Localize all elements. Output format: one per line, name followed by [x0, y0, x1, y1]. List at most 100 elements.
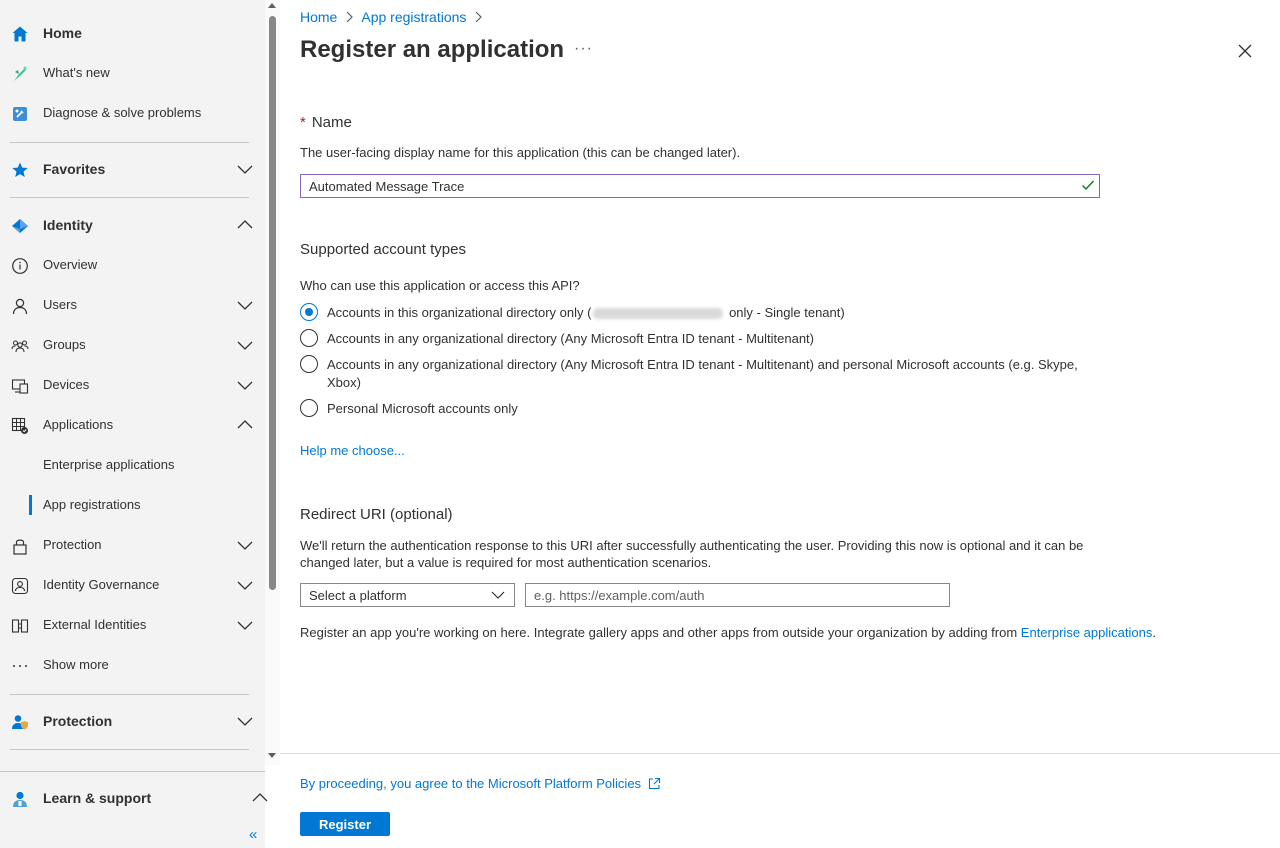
home-icon	[10, 24, 29, 43]
nav-item-protection-sub[interactable]: Protection	[0, 525, 265, 565]
scroll-down-icon[interactable]	[268, 753, 276, 758]
chevron-down-icon[interactable]	[237, 378, 253, 392]
chevron-down-icon[interactable]	[237, 162, 253, 176]
breadcrumb-home[interactable]: Home	[300, 9, 337, 25]
redirect-uri-input[interactable]	[525, 583, 950, 607]
chevron-down-icon[interactable]	[237, 714, 253, 728]
external-link-icon[interactable]	[648, 777, 661, 790]
nav-item-groups[interactable]: Groups	[0, 325, 265, 365]
footer: By proceeding, you agree to the Microsof…	[280, 753, 1280, 848]
help-me-choose-link[interactable]: Help me choose...	[300, 443, 405, 458]
radio-label: Personal Microsoft accounts only	[327, 401, 518, 416]
nav-item-applications[interactable]: Applications	[0, 405, 265, 445]
redacted-tenant-name	[593, 308, 724, 320]
chevron-down-icon[interactable]	[237, 578, 253, 592]
chevron-down-icon[interactable]	[237, 538, 253, 552]
policy-row: By proceeding, you agree to the Microsof…	[300, 776, 661, 791]
nav-label: Protection	[43, 713, 113, 729]
platform-policies-link[interactable]: By proceeding, you agree to the Microsof…	[300, 776, 641, 791]
radio-multitenant[interactable]: Accounts in any organizational directory…	[300, 329, 1087, 348]
radio-button[interactable]	[300, 399, 318, 417]
nav-label: Enterprise applications	[43, 457, 175, 472]
radio-button[interactable]	[300, 355, 318, 373]
chevron-up-icon[interactable]	[237, 418, 253, 432]
nav-item-external-identities[interactable]: External Identities	[0, 605, 265, 645]
gallery-text: Register an app you're working on here. …	[300, 625, 1156, 640]
chevron-up-icon[interactable]	[237, 218, 253, 232]
chevron-down-icon[interactable]	[237, 298, 253, 312]
groups-icon	[10, 336, 29, 355]
nav-item-identity[interactable]: Identity	[0, 205, 265, 245]
nav-label: Show more	[43, 657, 109, 672]
platform-select[interactable]: Select a platform	[300, 583, 515, 607]
redirect-uri-help: We'll return the authentication response…	[300, 538, 1084, 570]
divider	[10, 142, 249, 143]
nav-item-protection[interactable]: Protection	[0, 701, 265, 741]
chevron-up-icon[interactable]	[252, 791, 268, 805]
register-button[interactable]: Register	[300, 812, 390, 836]
learn-support-icon	[10, 789, 29, 808]
valid-check-icon	[1082, 180, 1095, 191]
nav-item-identity-governance[interactable]: Identity Governance	[0, 565, 265, 605]
nav-label: Diagnose & solve problems	[43, 105, 202, 120]
name-label: * Name	[300, 114, 352, 131]
nav-item-show-more[interactable]: Show more	[0, 645, 265, 685]
protection-user-icon	[10, 712, 29, 731]
nav-item-diagnose[interactable]: Diagnose & solve problems	[0, 93, 265, 133]
platform-select-value: Select a platform	[309, 587, 407, 603]
chevron-right-icon	[475, 11, 483, 23]
nav-label: External Identities	[43, 617, 147, 632]
account-types-question: Who can use this application or access t…	[300, 278, 580, 293]
nav-item-enterprise-applications[interactable]: Enterprise applications	[0, 445, 265, 485]
scrollbar-thumb[interactable]	[269, 16, 276, 590]
nav-label: Identity Governance	[43, 577, 160, 592]
nav-item-home[interactable]: Home	[0, 13, 265, 53]
radio-button-selected[interactable]	[300, 303, 318, 321]
nav-label: Favorites	[43, 161, 106, 177]
page-title: Register an application	[300, 36, 565, 63]
nav-label: App registrations	[43, 497, 141, 512]
redirect-uri-title: Redirect URI (optional)	[300, 506, 453, 523]
nav-label: Identity	[43, 217, 93, 233]
scroll-up-icon[interactable]	[268, 3, 276, 8]
more-options-button[interactable]: ···	[574, 40, 593, 58]
close-icon[interactable]	[1235, 41, 1255, 61]
radio-single-tenant[interactable]: Accounts in this organizational director…	[300, 303, 1087, 322]
chevron-down-icon	[491, 591, 505, 599]
radio-button[interactable]	[300, 329, 318, 347]
chevron-down-icon[interactable]	[237, 338, 253, 352]
enterprise-applications-link[interactable]: Enterprise applications	[1021, 625, 1153, 640]
sidebar-scrollbar[interactable]	[265, 0, 280, 765]
divider	[10, 694, 249, 695]
nav-item-whats-new[interactable]: What's new	[0, 53, 265, 93]
nav-label: What's new	[43, 65, 110, 80]
divider	[10, 197, 249, 198]
nav-item-favorites[interactable]: Favorites	[0, 149, 265, 189]
nav-item-learn-support[interactable]: Learn & support	[0, 778, 268, 818]
divider	[0, 771, 265, 772]
name-input[interactable]	[300, 174, 1100, 198]
nav-label: Home	[43, 25, 82, 41]
nav-item-app-registrations[interactable]: App registrations	[0, 485, 265, 525]
nav-label: Groups	[43, 337, 86, 352]
name-help-text: The user-facing display name for this ap…	[300, 145, 741, 160]
nav-item-devices[interactable]: Devices	[0, 365, 265, 405]
main-content: Home App registrations Register an appli…	[280, 0, 1280, 848]
radio-multitenant-personal[interactable]: Accounts in any organizational directory…	[300, 355, 1087, 392]
chevron-down-icon[interactable]	[237, 618, 253, 632]
external-identities-icon	[10, 616, 29, 635]
breadcrumb-app-registrations[interactable]: App registrations	[361, 9, 466, 25]
radio-label: Accounts in any organizational directory…	[327, 357, 1078, 390]
radio-label: Accounts in this organizational director…	[327, 305, 845, 320]
name-title: Name	[311, 114, 352, 131]
chevron-right-icon	[346, 11, 354, 23]
nav-item-overview[interactable]: Overview	[0, 245, 265, 285]
divider	[10, 749, 249, 750]
lock-icon	[10, 536, 29, 555]
diagnose-icon	[10, 104, 29, 123]
collapse-sidebar-icon[interactable]: «	[249, 826, 257, 843]
radio-personal-only[interactable]: Personal Microsoft accounts only	[300, 399, 1087, 418]
user-icon	[10, 296, 29, 315]
star-icon	[10, 160, 29, 179]
nav-item-users[interactable]: Users	[0, 285, 265, 325]
